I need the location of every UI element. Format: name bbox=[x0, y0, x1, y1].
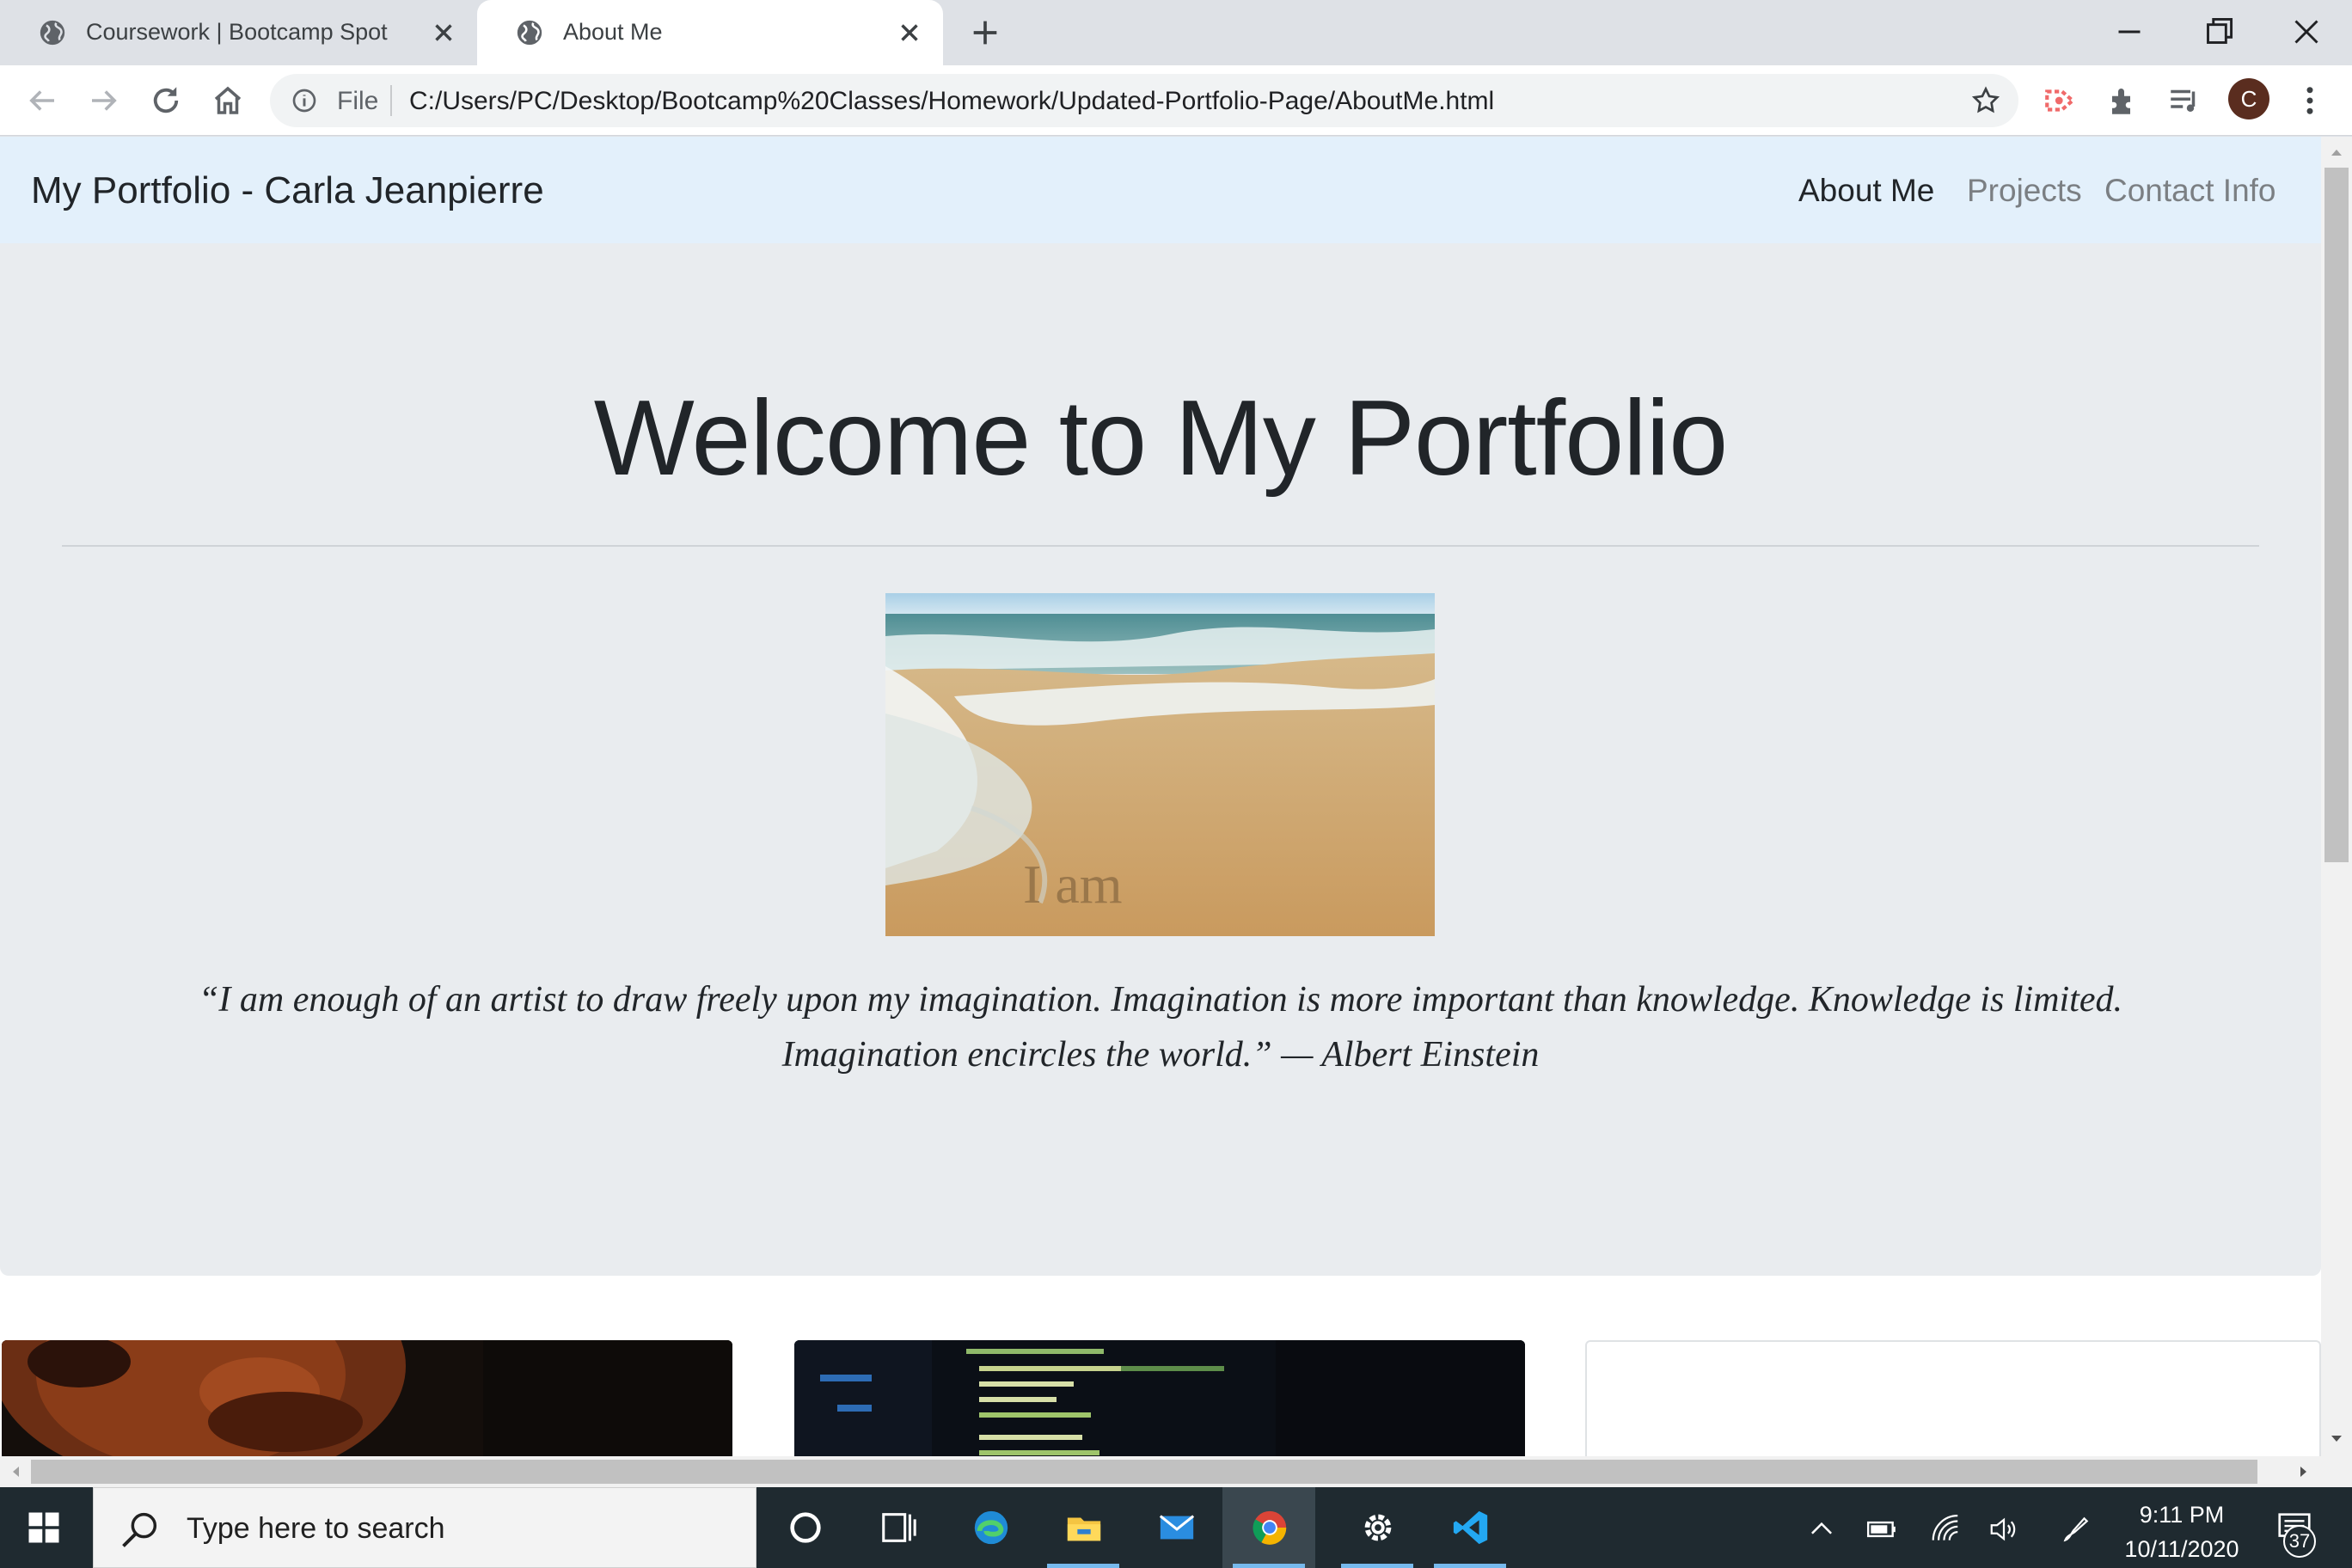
media-queue-icon[interactable] bbox=[2166, 83, 2202, 119]
navbar-brand[interactable]: My Portfolio - Carla Jeanpierre bbox=[31, 169, 544, 212]
beach-illustration: I am bbox=[885, 593, 1435, 936]
close-icon[interactable] bbox=[895, 18, 924, 47]
address-bar[interactable]: File C:/Users/PC/Desktop/Bootcamp%20Clas… bbox=[270, 74, 2018, 127]
scroll-right-icon[interactable] bbox=[2295, 1463, 2312, 1480]
scroll-down-icon[interactable] bbox=[2328, 1430, 2345, 1448]
volume-icon[interactable] bbox=[1988, 1513, 2020, 1546]
running-indicator bbox=[1047, 1564, 1119, 1568]
globe-icon bbox=[517, 20, 542, 46]
forward-icon[interactable] bbox=[86, 83, 122, 119]
edge-icon bbox=[974, 1510, 1008, 1545]
code-screen-image bbox=[794, 1340, 1525, 1456]
new-tab-icon[interactable] bbox=[968, 15, 1002, 50]
url-text[interactable]: C:/Users/PC/Desktop/Bootcamp%20Classes/H… bbox=[409, 87, 1494, 116]
clock-time: 9:11 PM bbox=[2139, 1502, 2225, 1528]
scroll-up-icon[interactable] bbox=[2328, 144, 2345, 161]
einstein-quote: “I am enough of an artist to draw freely… bbox=[129, 972, 2192, 1082]
search-placeholder: Type here to search bbox=[187, 1512, 445, 1545]
screen-recorder-icon[interactable] bbox=[2043, 83, 2079, 119]
windows-taskbar: Type here to search 9:11 PM 10/11/2020 3… bbox=[0, 1487, 2352, 1568]
wifi-icon[interactable] bbox=[1929, 1513, 1962, 1546]
edge-app[interactable] bbox=[944, 1487, 1037, 1568]
tab-coursework[interactable]: Coursework | Bootcamp Spot bbox=[0, 0, 477, 65]
pen-workspace-icon[interactable] bbox=[2060, 1513, 2092, 1546]
sand-writing: I am bbox=[1023, 854, 1123, 915]
jumbotron: Welcome to My Portfolio I am “I am enoug… bbox=[0, 243, 2321, 1276]
minimize-icon[interactable] bbox=[2108, 10, 2151, 53]
browser-toolbar: File C:/Users/PC/Desktop/Bootcamp%20Clas… bbox=[0, 65, 2352, 136]
vertical-scroll-thumb[interactable] bbox=[2324, 168, 2349, 862]
bookmark-star-icon[interactable] bbox=[1970, 85, 2001, 116]
chrome-app[interactable] bbox=[1222, 1487, 1315, 1568]
divider bbox=[62, 545, 2259, 547]
search-icon bbox=[122, 1512, 157, 1547]
scroll-left-icon[interactable] bbox=[7, 1463, 24, 1480]
vscode-app[interactable] bbox=[1424, 1487, 1516, 1568]
settings-app[interactable] bbox=[1331, 1487, 1424, 1568]
tray-overflow-chevron-icon[interactable] bbox=[1805, 1513, 1838, 1546]
info-icon[interactable] bbox=[291, 87, 318, 114]
file-explorer-icon bbox=[1067, 1517, 1101, 1541]
horizontal-scrollbar[interactable] bbox=[0, 1456, 2352, 1487]
chrome-icon bbox=[1253, 1510, 1287, 1545]
tab-about-me[interactable]: About Me bbox=[477, 0, 943, 65]
more-menu-icon[interactable] bbox=[2292, 83, 2328, 119]
file-explorer-app[interactable] bbox=[1037, 1487, 1130, 1568]
portrait-image bbox=[2, 1340, 732, 1456]
beach-image: I am bbox=[885, 593, 1435, 936]
site-navbar: My Portfolio - Carla Jeanpierre About Me… bbox=[0, 137, 2321, 243]
tab-title: About Me bbox=[563, 19, 663, 45]
mail-icon bbox=[1159, 1515, 1195, 1540]
running-indicator bbox=[1341, 1564, 1413, 1568]
portrait-card[interactable] bbox=[2, 1340, 732, 1456]
taskbar-clock[interactable]: 9:11 PM 10/11/2020 bbox=[2098, 1498, 2266, 1566]
battery-icon[interactable] bbox=[1865, 1513, 1898, 1546]
page-viewport: My Portfolio - Carla Jeanpierre About Me… bbox=[0, 137, 2321, 1456]
nav-link-about-me[interactable]: About Me bbox=[1798, 173, 1934, 209]
extensions-puzzle-icon[interactable] bbox=[2106, 83, 2142, 119]
running-indicator bbox=[1233, 1564, 1305, 1568]
tab-strip: Coursework | Bootcamp Spot About Me bbox=[0, 0, 2352, 65]
task-view-button[interactable] bbox=[851, 1487, 944, 1568]
nav-link-projects[interactable]: Projects bbox=[1967, 173, 2082, 209]
window-close-icon[interactable] bbox=[2285, 10, 2328, 53]
back-icon[interactable] bbox=[24, 83, 60, 119]
nav-link-contact-info[interactable]: Contact Info bbox=[2104, 173, 2276, 209]
windows-start-icon[interactable] bbox=[26, 1510, 62, 1546]
notification-count-badge: 37 bbox=[2283, 1525, 2316, 1558]
tab-title: Coursework | Bootcamp Spot bbox=[86, 19, 388, 45]
empty-card[interactable] bbox=[1585, 1340, 2321, 1456]
settings-icon bbox=[1364, 1514, 1392, 1541]
mail-app[interactable] bbox=[1130, 1487, 1222, 1568]
quote-line-1: “I am enough of an artist to draw freely… bbox=[199, 980, 2122, 1020]
restore-icon[interactable] bbox=[2197, 10, 2240, 53]
home-icon[interactable] bbox=[210, 83, 246, 119]
cortana-button[interactable] bbox=[758, 1487, 851, 1568]
horizontal-scroll-thumb[interactable] bbox=[31, 1460, 2257, 1484]
running-indicator bbox=[1434, 1564, 1506, 1568]
code-card[interactable] bbox=[794, 1340, 1525, 1456]
profile-avatar[interactable]: C bbox=[2228, 78, 2269, 119]
reload-icon[interactable] bbox=[148, 83, 184, 119]
page-title: Welcome to My Portfolio bbox=[593, 379, 1728, 498]
task-view-icon bbox=[882, 1513, 916, 1542]
taskbar-search-box[interactable]: Type here to search bbox=[93, 1487, 756, 1568]
vscode-icon bbox=[1453, 1510, 1488, 1545]
clock-date: 10/11/2020 bbox=[2124, 1536, 2239, 1562]
cortana-icon bbox=[790, 1512, 821, 1543]
globe-icon bbox=[40, 20, 65, 46]
url-scheme-label: File bbox=[337, 87, 379, 115]
quote-line-2: Imagination encircles the world.” — Albe… bbox=[781, 1035, 1540, 1075]
vertical-scrollbar[interactable] bbox=[2321, 137, 2352, 1456]
url-separator bbox=[390, 85, 392, 116]
close-icon[interactable] bbox=[429, 18, 458, 47]
